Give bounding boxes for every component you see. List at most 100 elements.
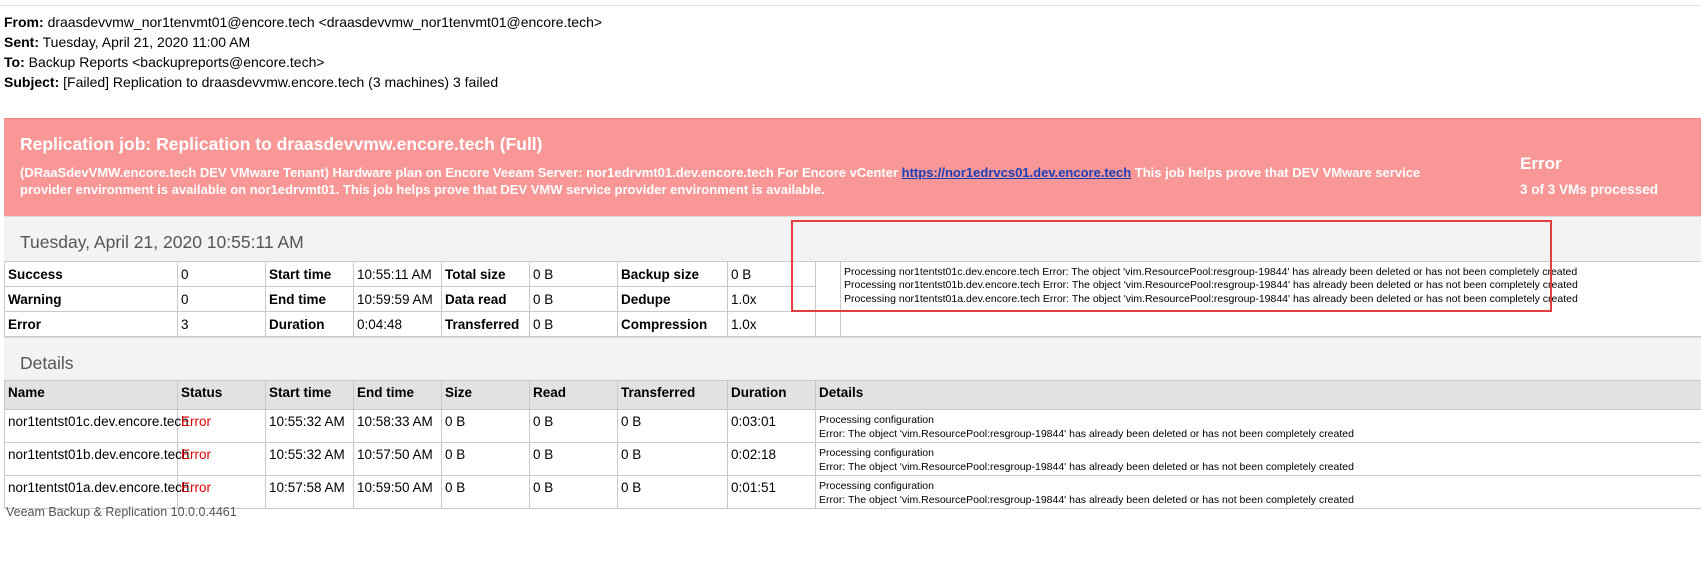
summary-label: Compression (617, 311, 728, 337)
summary-label: Transferred (441, 311, 530, 337)
to-line: To: Backup Reports <backupreports@encore… (4, 52, 602, 72)
summary-value: 0 B (529, 261, 618, 287)
sent-label: Sent: (4, 34, 39, 50)
top-divider (0, 5, 1701, 6)
vm-status: Error (177, 409, 266, 443)
email-headers: From: draasdevvmw_nor1tenvmt01@encore.te… (4, 12, 602, 92)
vm-duration: 0:02:18 (727, 442, 816, 476)
vm-start-time: 10:55:32 AM (265, 442, 354, 476)
vm-size: 0 B (441, 409, 530, 443)
column-header[interactable]: End time (353, 380, 442, 410)
summary-value: 10:55:11 AM (353, 261, 442, 287)
table-row: nor1tentst01b.dev.encore.tech Error 10:5… (4, 442, 1701, 476)
summary-spacer (815, 261, 841, 337)
vm-transferred: 0 B (617, 475, 728, 509)
summary-value: 0 B (529, 286, 618, 312)
session-date: Tuesday, April 21, 2020 10:55:11 AM (20, 232, 304, 252)
summary-label: End time (265, 286, 354, 312)
table-row: nor1tentst01c.dev.encore.tech Error 10:5… (4, 409, 1701, 443)
vcenter-link[interactable]: https://nor1edrvcs01.dev.encore.tech (902, 165, 1132, 180)
table-header-row: Name Status Start time End time Size Rea… (4, 380, 1701, 410)
to-label: To: (4, 54, 25, 70)
vm-end-time: 10:58:33 AM (353, 409, 442, 443)
vm-details: Processing configuration Error: The objec… (815, 475, 1701, 509)
summary-label: Backup size (617, 261, 728, 287)
vm-details-table: Name Status Start time End time Size Rea… (4, 380, 1701, 509)
details-header: Details (4, 337, 1701, 380)
summary-value: 0:04:48 (353, 311, 442, 337)
job-description-text: (DRaaSdevVMW.encore.tech DEV VMware Tena… (20, 165, 902, 180)
details-heading: Details (20, 353, 74, 373)
vm-duration: 0:01:51 (727, 475, 816, 509)
session-summary-table: Success 0 Start time 10:55:11 AM Total s… (4, 261, 1701, 337)
session-error-line: Processing nor1tentst01b.dev.encore.tech… (844, 279, 1578, 292)
to-value[interactable]: Backup Reports <backupreports@encore.tec… (29, 54, 325, 70)
summary-label: Data read (441, 286, 530, 312)
vm-detail-error: Error: The object 'vim.ResourcePool:resg… (819, 461, 1354, 473)
vm-name: nor1tentst01b.dev.encore.tech (4, 442, 189, 476)
column-header[interactable]: Details (815, 380, 1701, 410)
job-banner: Replication job: Replication to draasdev… (4, 118, 1701, 216)
vm-read: 0 B (529, 442, 618, 476)
column-header[interactable]: Status (177, 380, 266, 410)
column-header[interactable]: Name (4, 380, 178, 410)
vm-size: 0 B (441, 475, 530, 509)
session-error-line: Processing nor1tentst01c.dev.encore.tech… (844, 266, 1578, 278)
vm-detail-line: Processing configuration (819, 447, 934, 459)
vm-name: nor1tentst01a.dev.encore.tech (4, 475, 189, 509)
job-status: Error (1520, 154, 1562, 173)
column-header[interactable]: Transferred (617, 380, 728, 410)
from-line: From: draasdevvmw_nor1tenvmt01@encore.te… (4, 12, 602, 32)
table-row: nor1tentst01a.dev.encore.tech Error 10:5… (4, 475, 1701, 509)
vm-transferred: 0 B (617, 409, 728, 443)
session-error-messages: Processing nor1tentst01c.dev.encore.tech… (840, 261, 1701, 337)
vm-duration: 0:03:01 (727, 409, 816, 443)
subject-line: Subject: [Failed] Replication to draasde… (4, 72, 602, 92)
summary-value: 1.0x (727, 311, 816, 337)
from-value[interactable]: draasdevvmw_nor1tenvmt01@encore.tech <dr… (48, 14, 603, 30)
vm-read: 0 B (529, 475, 618, 509)
from-label: From: (4, 14, 44, 30)
vm-details: Processing configuration Error: The objec… (815, 409, 1701, 443)
subject-value: [Failed] Replication to draasdevvmw.enco… (63, 74, 499, 90)
vm-end-time: 10:57:50 AM (353, 442, 442, 476)
subject-label: Subject: (4, 74, 60, 90)
sent-value: Tuesday, April 21, 2020 11:00 AM (42, 34, 251, 50)
vm-details: Processing configuration Error: The objec… (815, 442, 1701, 476)
vm-start-time: 10:57:58 AM (265, 475, 354, 509)
job-status-count: 3 of 3 VMs processed (1520, 182, 1659, 197)
vm-read: 0 B (529, 409, 618, 443)
job-description: (DRaaSdevVMW.encore.tech DEV VMware Tena… (20, 164, 1460, 198)
column-header[interactable]: Read (529, 380, 618, 410)
report-footer: Veeam Backup & Replication 10.0.0.4461 (6, 505, 237, 519)
vm-status: Error (177, 475, 266, 509)
column-header[interactable]: Duration (727, 380, 816, 410)
summary-value: 0 (177, 286, 266, 312)
summary-label: Total size (441, 261, 530, 287)
summary-label: Duration (265, 311, 354, 337)
vm-detail-line: Processing configuration (819, 414, 934, 426)
column-header[interactable]: Start time (265, 380, 354, 410)
vm-detail-line: Processing configuration (819, 480, 934, 492)
vm-start-time: 10:55:32 AM (265, 409, 354, 443)
summary-value: 1.0x (727, 286, 816, 312)
vm-end-time: 10:59:50 AM (353, 475, 442, 509)
summary-value: 3 (177, 311, 266, 337)
veeam-report: Replication job: Replication to draasdev… (4, 118, 1701, 509)
session-error-line: Processing nor1tentst01a.dev.encore.tech… (844, 292, 1578, 305)
vm-name: nor1tentst01c.dev.encore.tech (4, 409, 189, 443)
summary-label: Warning (4, 286, 178, 312)
vm-size: 0 B (441, 442, 530, 476)
summary-value: 0 B (727, 261, 816, 287)
vm-detail-error: Error: The object 'vim.ResourcePool:resg… (819, 494, 1354, 506)
job-title: Replication job: Replication to draasdev… (20, 134, 543, 154)
summary-label: Dedupe (617, 286, 728, 312)
summary-label: Start time (265, 261, 354, 287)
summary-label: Error (4, 311, 178, 337)
session-header: Tuesday, April 21, 2020 10:55:11 AM (4, 216, 1701, 261)
summary-row: Success 0 Start time 10:55:11 AM Total s… (4, 261, 1701, 337)
sent-line: Sent: Tuesday, April 21, 2020 11:00 AM (4, 32, 602, 52)
summary-value: 0 (177, 261, 266, 287)
column-header[interactable]: Size (441, 380, 530, 410)
vm-status: Error (177, 442, 266, 476)
